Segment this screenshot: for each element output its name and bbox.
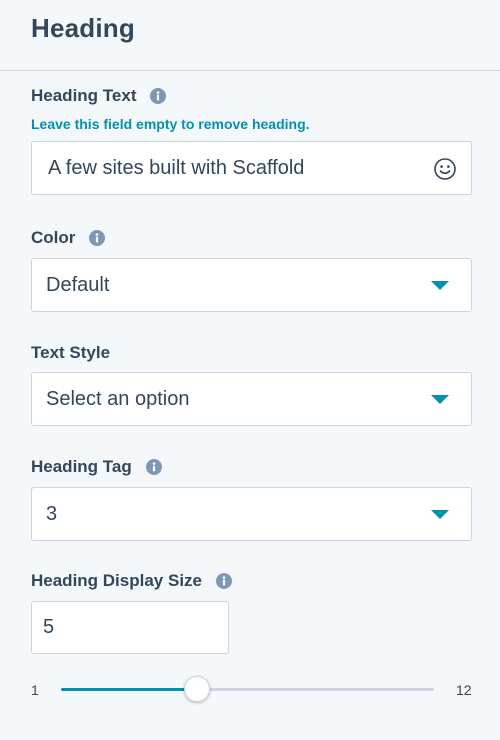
display-size-slider-thumb[interactable]	[183, 676, 210, 702]
text-style-label: Text Style	[31, 343, 111, 362]
heading-text-label-row: Heading Text	[31, 86, 167, 106]
emoji-picker-icon[interactable]	[433, 157, 457, 181]
slider-max-label: 12	[456, 682, 472, 698]
text-style-select[interactable]: Select an option	[31, 372, 472, 426]
chevron-down-icon	[431, 510, 449, 519]
chevron-down-icon	[431, 281, 449, 290]
heading-tag-select-value: 3	[46, 502, 58, 525]
heading-text-input[interactable]	[32, 156, 412, 180]
panel-header: Heading	[0, 0, 500, 71]
text-style-select-value: Select an option	[46, 387, 190, 410]
info-icon[interactable]	[216, 573, 232, 589]
display-size-slider-track[interactable]	[61, 676, 434, 702]
heading-text-label: Heading Text	[31, 86, 137, 105]
chevron-down-icon	[431, 395, 449, 404]
color-label: Color	[31, 228, 76, 247]
color-select-value: Default	[46, 273, 110, 296]
heading-text-field[interactable]	[31, 141, 472, 195]
heading-tag-select[interactable]: 3	[31, 487, 472, 541]
text-style-label-row: Text Style	[31, 343, 110, 363]
slider-min-label: 1	[31, 682, 39, 698]
info-icon[interactable]	[150, 88, 167, 104]
heading-tag-label-row: Heading Tag	[31, 457, 162, 477]
heading-text-help: Leave this field empty to remove heading…	[31, 116, 310, 132]
info-icon[interactable]	[145, 459, 162, 475]
display-size-label: Heading Display Size	[31, 571, 202, 590]
color-select[interactable]: Default	[31, 258, 472, 312]
display-size-input[interactable]	[32, 602, 212, 653]
display-size-field[interactable]	[31, 601, 229, 654]
info-icon[interactable]	[89, 230, 106, 246]
panel-title: Heading	[31, 12, 135, 43]
color-label-row: Color	[31, 228, 106, 248]
display-size-label-row: Heading Display Size	[31, 571, 232, 591]
display-size-slider-fill	[61, 688, 197, 691]
heading-tag-label: Heading Tag	[31, 457, 132, 476]
